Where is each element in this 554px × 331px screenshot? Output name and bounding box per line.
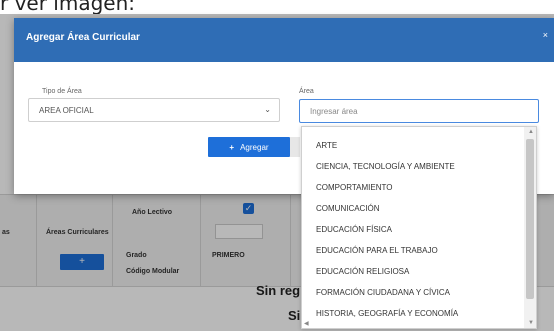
dropdown-option[interactable]: ARTE (316, 141, 337, 150)
tipo-area-select[interactable]: AREA OFICIAL ⌄ (28, 98, 280, 122)
scroll-up-icon[interactable]: ▲ (528, 129, 534, 135)
agregar-button[interactable]: + Agregar (208, 137, 290, 157)
dropdown-option[interactable]: HISTORIA, GEOGRAFÍA Y ECONOMÍA (316, 309, 458, 318)
area-label: Área (299, 88, 314, 95)
dropdown-scroll-thumb[interactable] (526, 139, 534, 299)
dropdown-option[interactable]: CIENCIA, TECNOLOGÍA Y AMBIENTE (316, 162, 455, 171)
modal-title: Agregar Área Curricular (26, 32, 140, 43)
dropdown-option[interactable]: EDUCACIÓN FÍSICA (316, 225, 392, 234)
dropdown-option[interactable]: COMUNICACIÓN (316, 204, 380, 213)
agregar-button-label: Agregar (240, 142, 269, 152)
dropdown-option[interactable]: FORMACIÓN CIUDADANA Y CÍVICA (316, 288, 450, 297)
secondary-button[interactable] (290, 137, 300, 157)
dropdown-option[interactable]: COMPORTAMIENTO (316, 183, 392, 192)
dropdown-option[interactable]: EDUCACIÓN RELIGIOSA (316, 267, 409, 276)
scroll-left-icon[interactable]: ◀ (304, 320, 309, 327)
close-icon[interactable]: × (543, 30, 548, 40)
tipo-area-value: AREA OFICIAL (39, 106, 94, 115)
area-search-input[interactable] (299, 99, 539, 123)
plus-icon: + (229, 142, 235, 152)
chevron-down-icon: ⌄ (264, 105, 271, 114)
modal-header: Agregar Área Curricular × (14, 18, 554, 62)
top-caption: r ver imagen: (0, 0, 136, 15)
scroll-down-icon[interactable]: ▼ (528, 320, 534, 326)
tipo-area-label: Tipo de Área (42, 88, 82, 95)
dropdown-option[interactable]: EDUCACIÓN PARA EL TRABAJO (316, 246, 438, 255)
area-dropdown-list: ARTE CIENCIA, TECNOLOGÍA Y AMBIENTE COMP… (301, 126, 537, 329)
